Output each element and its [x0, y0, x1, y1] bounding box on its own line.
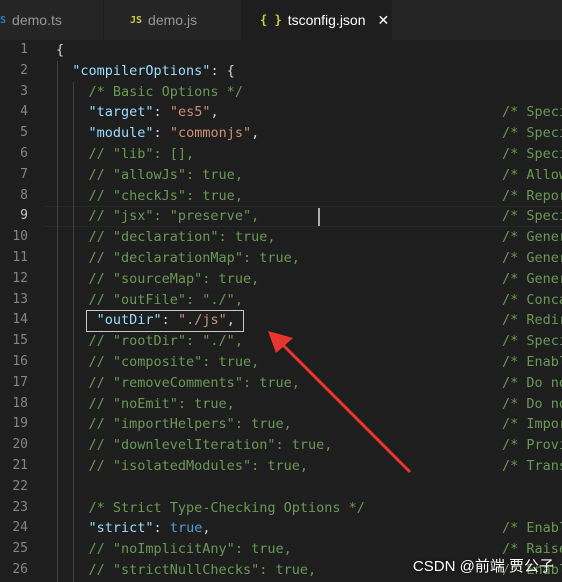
code-editor[interactable]: 1 2 3 4 5 6 7 8 9 10 11 12 13 14 15 16 17 18 19 20 21 22 23 24 2…	[0, 40, 562, 582]
json-file-icon: { }	[260, 13, 282, 27]
arrow-shaft	[280, 342, 412, 474]
tab-label: demo.ts	[12, 12, 62, 28]
tab-label: tsconfig.json	[287, 12, 366, 28]
tab-bar: TS demo.ts JS demo.js { } tsconfig.json …	[0, 0, 562, 40]
tab-label: demo.js	[148, 12, 198, 28]
watermark: CSDN @前端 贾公子	[412, 558, 554, 575]
tab-demo-ts[interactable]: TS demo.ts	[0, 0, 104, 40]
tab-demo-js[interactable]: JS demo.js	[104, 0, 242, 40]
typescript-file-icon: TS	[0, 14, 7, 26]
tab-tsconfig-json[interactable]: { } tsconfig.json ✕	[242, 0, 392, 40]
javascript-file-icon: JS	[130, 14, 143, 26]
close-icon[interactable]: ✕	[378, 12, 390, 29]
red-arrow-annotation	[268, 331, 412, 474]
